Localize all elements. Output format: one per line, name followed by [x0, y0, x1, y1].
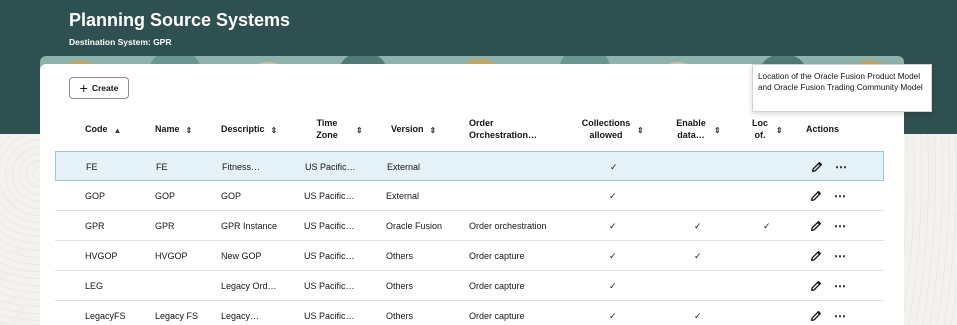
sort-ascending-icon: ▲	[113, 125, 122, 135]
column-header-actions: Actions	[806, 124, 840, 135]
create-button-label: Create	[91, 83, 119, 93]
cell-enable-data: ✓	[694, 250, 702, 261]
edit-button[interactable]	[809, 301, 823, 325]
cell-timezone: US Pacific…	[304, 221, 355, 231]
sort-icon: ⇕	[714, 125, 721, 135]
cell-collections-allowed: ✓	[609, 220, 617, 231]
cell-description: New GOP	[221, 251, 262, 261]
cell-code: FE	[86, 162, 98, 172]
more-actions-button[interactable]: ⋯	[834, 301, 846, 325]
cell-order-orchestration: Order capture	[469, 311, 525, 321]
cell-timezone: US Pacific…	[304, 311, 355, 321]
sort-icon: ⇕	[429, 125, 437, 135]
cell-enable-data: ✓	[694, 310, 702, 321]
more-actions-button[interactable]: ⋯	[834, 181, 846, 211]
more-actions-button[interactable]: ⋯	[834, 271, 846, 301]
column-header-enable-data[interactable]: Enable data… ⇕	[674, 110, 722, 150]
page-title: Planning Source Systems	[69, 10, 291, 30]
cell-collections-allowed: ✓	[610, 161, 618, 172]
more-actions-button[interactable]: ⋯	[834, 211, 846, 241]
cell-enable-data: ✓	[694, 220, 702, 231]
cell-timezone: US Pacific…	[304, 191, 355, 201]
cell-version: Others	[386, 281, 414, 291]
table-row[interactable]: GOP GOP GOP US Pacific… External ✓ ⋯	[55, 181, 884, 211]
column-header-collections[interactable]: Collections allowed ⇕	[581, 110, 649, 150]
cell-order-orchestration: Order capture	[469, 281, 525, 291]
cell-code: GPR	[85, 221, 105, 231]
create-button[interactable]: + Create	[69, 77, 129, 99]
table-header: Code ▲ Name ⇕ Descriptic ⇕ Time Zone ⇕ V…	[40, 110, 904, 150]
cell-timezone: US Pacific…	[305, 162, 356, 172]
cell-code: HVGOP	[85, 251, 118, 261]
column-header-description[interactable]: Descriptic ⇕	[221, 110, 277, 150]
sort-icon: ⇕	[270, 125, 278, 135]
column-header-code[interactable]: Code ▲	[85, 110, 121, 150]
cell-version: Oracle Fusion	[386, 221, 443, 231]
column-header-timezone[interactable]: Time Zone ⇕	[314, 110, 374, 150]
sort-icon: ⇕	[776, 125, 783, 135]
cell-name: GPR	[155, 221, 175, 231]
pencil-icon	[810, 190, 822, 202]
edit-button[interactable]	[809, 271, 823, 301]
cell-version: Others	[386, 311, 414, 321]
table-row[interactable]: LegacyFS Legacy FS Legacy… US Pacific… Other…	[55, 301, 884, 325]
cell-description: Legacy Ord…	[221, 281, 277, 291]
table-row[interactable]: HVGOP HVGOP New GOP US Pacific… Others Order …	[55, 241, 884, 271]
cell-order-orchestration: Order orchestration	[469, 221, 547, 231]
sort-icon: ⇕	[637, 125, 644, 135]
more-actions-button[interactable]: ⋯	[834, 241, 846, 271]
cell-timezone: US Pacific…	[304, 251, 355, 261]
cell-code: LEG	[85, 281, 104, 291]
cell-collections-allowed: ✓	[609, 310, 617, 321]
column-header-name[interactable]: Name ⇕	[155, 110, 192, 150]
pencil-icon	[810, 250, 822, 262]
pencil-icon	[810, 280, 822, 292]
table-row[interactable]: LEG Legacy Ord… US Pacific… Others Order cap…	[55, 271, 884, 301]
table-row[interactable]: FE FE Fitness… US Pacific… External ✓ ⋯	[55, 151, 884, 181]
cell-timezone: US Pacific…	[304, 281, 355, 291]
cell-name: FE	[156, 162, 168, 172]
page-subtitle: Destination System: GPR	[69, 37, 172, 47]
cell-version: External	[387, 162, 421, 172]
plus-icon: +	[79, 80, 88, 96]
cell-name: Legacy FS	[155, 311, 199, 321]
pencil-icon	[811, 161, 823, 173]
cell-description: Legacy…	[221, 311, 260, 321]
column-tooltip: Location of the Oracle Fusion Product Mo…	[752, 64, 932, 112]
more-actions-button[interactable]: ⋯	[835, 152, 847, 182]
edit-button[interactable]	[809, 211, 823, 241]
cell-order-orchestration: Order capture	[469, 251, 525, 261]
sort-icon: ⇕	[356, 125, 363, 135]
cell-name: GOP	[155, 191, 176, 201]
column-header-location[interactable]: Loc of. ⇕	[750, 110, 790, 150]
edit-button[interactable]	[809, 241, 823, 271]
table-row[interactable]: GPR GPR GPR Instance US Pacific… Oracle Fusi…	[55, 211, 884, 241]
cell-version: Others	[386, 251, 414, 261]
cell-description: GPR Instance	[221, 221, 278, 231]
cell-collections-allowed: ✓	[609, 250, 617, 261]
cell-description: Fitness…	[222, 162, 261, 172]
cell-version: External	[386, 191, 420, 201]
cell-code: LegacyFS	[85, 311, 126, 321]
cell-name: HVGOP	[155, 251, 188, 261]
column-header-version[interactable]: Version ⇕	[391, 110, 436, 150]
cell-collections-allowed: ✓	[609, 190, 617, 201]
pencil-icon	[810, 310, 822, 322]
cell-collections-allowed: ✓	[609, 280, 617, 291]
sort-icon: ⇕	[185, 125, 193, 135]
cell-description: GOP	[221, 191, 242, 201]
edit-button[interactable]	[810, 152, 824, 182]
cell-location: ✓	[763, 220, 771, 231]
pencil-icon	[810, 220, 822, 232]
edit-button[interactable]	[809, 181, 823, 211]
column-header-order-orchestration[interactable]: Order Orchestration…	[469, 110, 554, 150]
cell-code: GOP	[85, 191, 106, 201]
